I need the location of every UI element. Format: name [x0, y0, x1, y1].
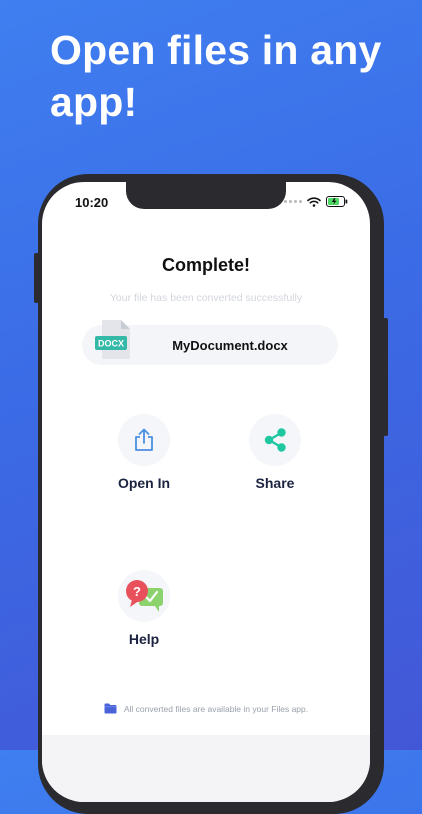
headline: Open files in any app! [50, 27, 382, 125]
svg-text:?: ? [133, 584, 141, 599]
status-time: 10:20 [75, 195, 109, 210]
share-out-icon [135, 428, 153, 451]
share-label: Share [255, 475, 295, 491]
phone-screen: 10:20 Complete! Your file has been conve… [42, 182, 370, 802]
signal-icon [284, 200, 302, 203]
open-in-button[interactable]: Open In [94, 414, 194, 491]
battery-icon [326, 196, 348, 207]
status-indicators [284, 196, 348, 207]
page-title: Complete! [161, 255, 250, 275]
notch [126, 182, 286, 209]
bottom-bar [42, 735, 370, 802]
page-subtitle: Your file has been converted successfull… [109, 292, 303, 304]
help-bubbles-icon: ? [126, 580, 163, 612]
help-label: Help [128, 631, 160, 647]
share-nodes-icon [264, 428, 286, 452]
file-row[interactable]: DOCX MyDocument.docx [82, 320, 338, 365]
file-name: MyDocument.docx [172, 338, 288, 353]
folder-icon [104, 703, 117, 714]
docx-file-icon: DOCX [95, 320, 130, 359]
open-in-label: Open In [117, 475, 171, 491]
footer-note: All converted files are available in you… [42, 703, 370, 714]
footer-text: All converted files are available in you… [123, 703, 309, 714]
share-button[interactable]: Share [225, 414, 325, 491]
wifi-icon [307, 196, 321, 207]
help-button[interactable]: ? Help [94, 570, 194, 647]
docx-badge: DOCX [98, 339, 124, 349]
